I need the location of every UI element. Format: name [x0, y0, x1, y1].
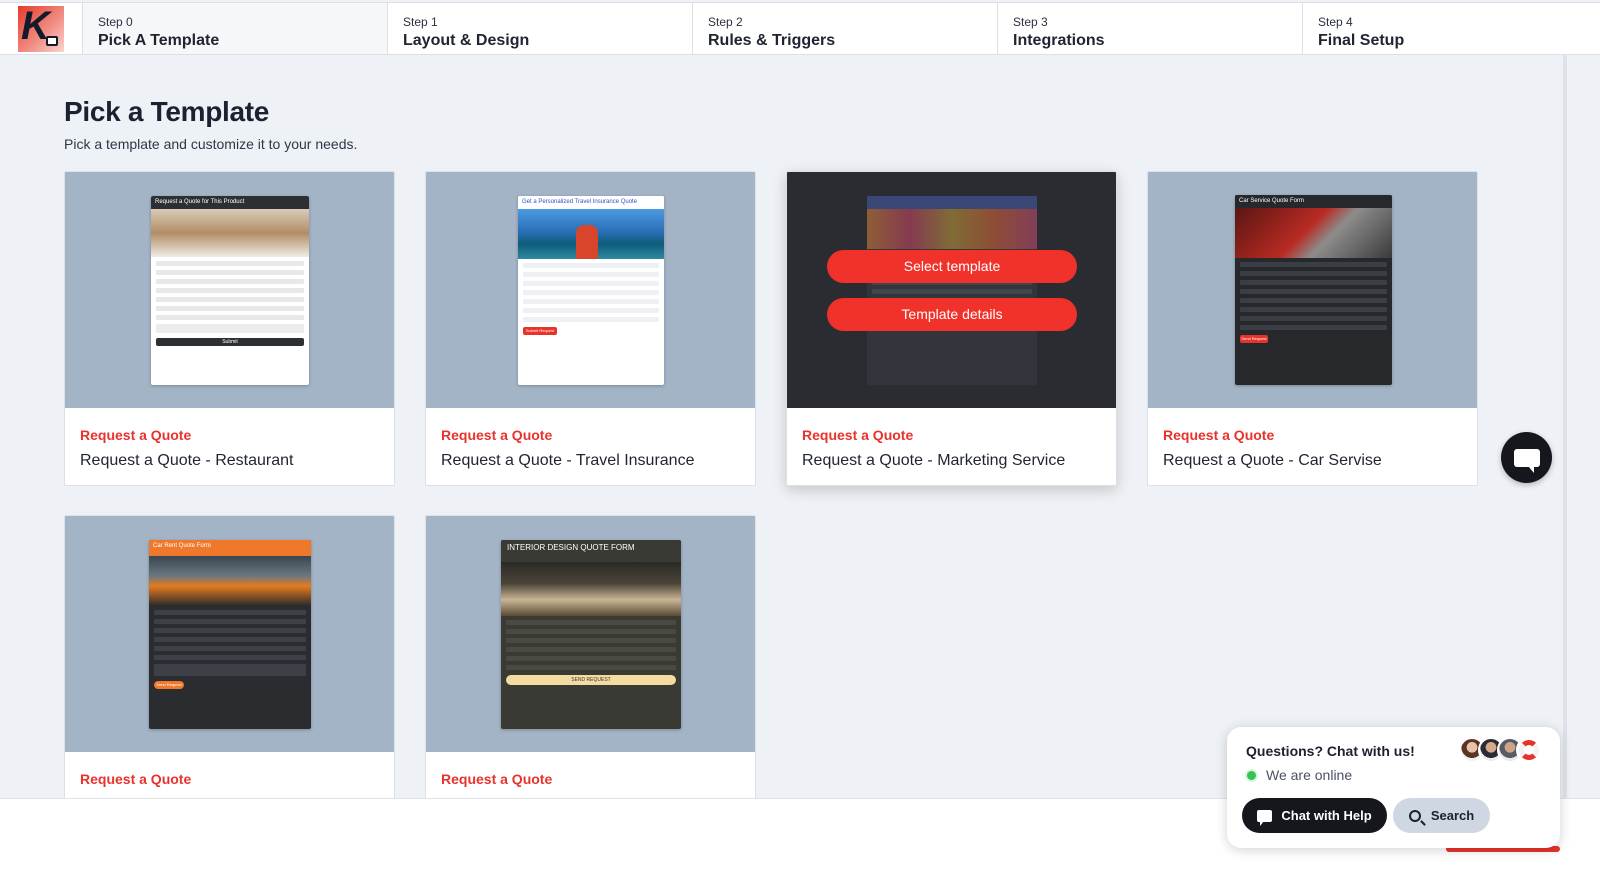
template-preview: Get a Personalized Travel Insurance Quot…	[426, 172, 755, 408]
preview-submit: Send Request	[1240, 335, 1268, 343]
logo-cell: K	[0, 3, 83, 54]
form-preview: Get a Personalized Travel Insurance Quot…	[518, 196, 664, 385]
select-template-button[interactable]: Select template	[827, 250, 1077, 283]
card-category: Request a Quote	[80, 427, 192, 443]
template-preview: Car Rent Quote Form Send Request	[65, 516, 394, 752]
form-preview: Request a Quote for This Product Submit	[151, 196, 309, 385]
template-preview: INTERIOR DESIGN QUOTE FORM SEND REQUEST	[426, 516, 755, 752]
step-label: Layout & Design	[403, 32, 530, 49]
preview-header: Car Service Quote Form	[1235, 195, 1392, 208]
step-number: Step 0	[98, 15, 133, 29]
template-card-marketing-service[interactable]: Select template Template details Request…	[786, 171, 1117, 486]
step-label: Final Setup	[1318, 32, 1405, 49]
chat-button-label: Chat with Help	[1281, 808, 1372, 823]
chat-widget: Questions? Chat with us! We are online C…	[1227, 727, 1560, 848]
preview-header: INTERIOR DESIGN QUOTE FORM	[501, 540, 681, 556]
chat-icon	[1257, 809, 1273, 826]
preview-image	[151, 209, 309, 257]
step-pick-template[interactable]: Step 0 Pick A Template	[83, 3, 388, 54]
preview-image	[1235, 208, 1392, 258]
template-card-interior-design[interactable]: INTERIOR DESIGN QUOTE FORM SEND REQUEST …	[425, 515, 756, 815]
preview-image	[149, 556, 311, 606]
card-title: Request a Quote - Car Servise	[1163, 452, 1382, 469]
chat-with-help-button[interactable]: Chat with Help	[1242, 798, 1387, 833]
template-preview: Select template Template details	[787, 172, 1116, 408]
template-card-car-service[interactable]: Car Service Quote Form Send Request Requ…	[1147, 171, 1478, 486]
app-logo[interactable]: K	[18, 5, 64, 52]
card-title: Request a Quote - Marketing Service	[802, 452, 1066, 469]
chat-status: We are online	[1247, 767, 1352, 783]
template-card-car-rent[interactable]: Car Rent Quote Form Send Request Request…	[64, 515, 395, 815]
preview-header: Request a Quote for This Product	[151, 196, 309, 209]
chat-status-text: We are online	[1266, 767, 1353, 783]
online-dot-icon	[1247, 770, 1256, 780]
step-number: Step 3	[1013, 15, 1048, 29]
template-details-button[interactable]: Template details	[827, 298, 1077, 331]
form-preview: INTERIOR DESIGN QUOTE FORM SEND REQUEST	[501, 540, 681, 729]
step-final-setup[interactable]: Step 4 Final Setup	[1303, 3, 1595, 54]
page-title: Pick a Template	[64, 96, 270, 127]
lifebuoy-icon	[1516, 737, 1542, 763]
step-number: Step 1	[403, 15, 438, 29]
step-label: Rules & Triggers	[708, 32, 836, 49]
template-preview: Request a Quote for This Product Submit	[65, 172, 394, 408]
step-number: Step 2	[708, 15, 743, 29]
template-card-restaurant[interactable]: Request a Quote for This Product Submit …	[64, 171, 395, 486]
chat-launcher-button[interactable]	[1501, 432, 1552, 483]
agent-avatars	[1459, 737, 1542, 763]
cart-icon	[46, 35, 58, 46]
preview-header: Get a Personalized Travel Insurance Quot…	[518, 196, 664, 209]
template-preview: Car Service Quote Form Send Request	[1148, 172, 1477, 408]
card-title: Request a Quote - Travel Insurance	[441, 452, 695, 469]
search-button-label: Search	[1430, 808, 1475, 823]
card-category: Request a Quote	[802, 427, 914, 443]
preview-submit: Submit Request	[523, 327, 557, 335]
card-category: Request a Quote	[80, 771, 192, 787]
preview-image	[501, 562, 681, 616]
card-category: Request a Quote	[1163, 427, 1275, 443]
preview-submit: Send Request	[154, 681, 184, 689]
preview-header: Car Rent Quote Form	[149, 540, 311, 556]
card-title: Request a Quote - Restaurant	[80, 452, 294, 469]
step-layout-design[interactable]: Step 1 Layout & Design	[388, 3, 693, 54]
card-category: Request a Quote	[441, 771, 553, 787]
step-integrations[interactable]: Step 3 Integrations	[998, 3, 1303, 54]
preview-submit: Submit	[156, 338, 304, 346]
chat-bubble-icon	[1513, 448, 1540, 473]
step-number: Step 4	[1318, 15, 1353, 29]
search-icon	[1408, 809, 1421, 822]
page-subtitle: Pick a template and customize it to your…	[64, 136, 358, 152]
step-rules-triggers[interactable]: Step 2 Rules & Triggers	[693, 3, 998, 54]
template-card-travel-insurance[interactable]: Get a Personalized Travel Insurance Quot…	[425, 171, 756, 486]
preview-submit: SEND REQUEST	[506, 675, 676, 685]
form-preview	[867, 196, 1037, 385]
scrollbar[interactable]	[1563, 55, 1567, 798]
card-category: Request a Quote	[441, 427, 553, 443]
step-label: Integrations	[1013, 32, 1105, 49]
step-label: Pick A Template	[98, 32, 220, 49]
preview-image	[518, 209, 664, 259]
form-preview: Car Service Quote Form Send Request	[1235, 195, 1392, 385]
chat-title: Questions? Chat with us!	[1246, 743, 1415, 759]
form-preview: Car Rent Quote Form Send Request	[149, 540, 311, 729]
search-button[interactable]: Search	[1393, 798, 1490, 833]
wizard-stepper: K Step 0 Pick A Template Step 1 Layout &…	[0, 2, 1600, 55]
